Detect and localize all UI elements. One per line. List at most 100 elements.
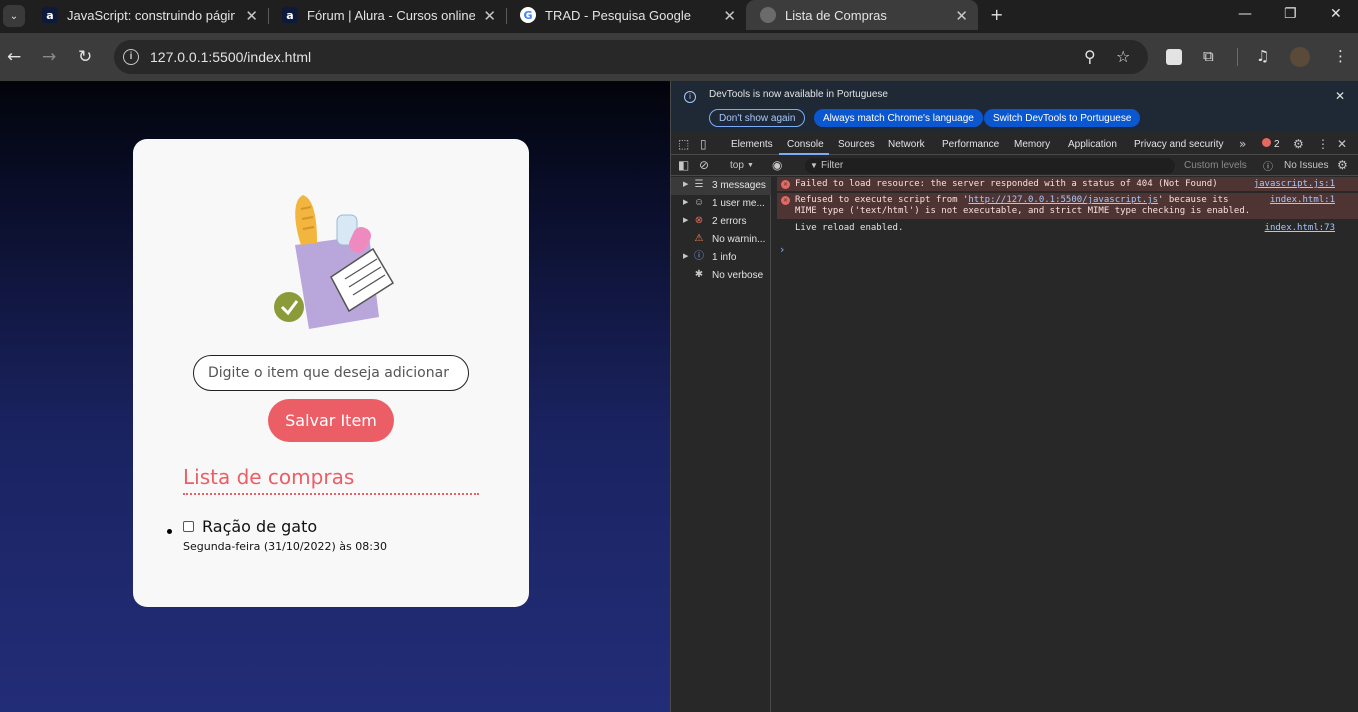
tab-title: Lista de Compras bbox=[785, 7, 887, 23]
console-settings-icon[interactable]: ⚙ bbox=[1337, 158, 1348, 172]
site-info-icon[interactable]: i bbox=[123, 49, 139, 65]
dont-show-again-button[interactable]: Don't show again bbox=[709, 109, 806, 127]
restore-icon[interactable]: ❐ bbox=[1284, 6, 1297, 22]
close-devtools-icon[interactable]: ✕ bbox=[1337, 137, 1347, 151]
tab-strip: ⌄ a JavaScript: construindo páginas ✕ a … bbox=[0, 0, 1358, 33]
item-input[interactable] bbox=[193, 355, 469, 391]
console-prompt-icon[interactable]: › bbox=[780, 243, 784, 256]
profile-avatar[interactable] bbox=[1290, 47, 1310, 67]
sidebar-item-verbose[interactable]: ✱ No verbose bbox=[671, 267, 771, 285]
context-selector[interactable]: top bbox=[730, 160, 744, 171]
reload-icon[interactable]: ↻ bbox=[78, 47, 92, 67]
sidebar-item-messages[interactable]: ▶ ☰ 3 messages bbox=[671, 177, 771, 195]
user-icon: ☺ bbox=[693, 197, 705, 208]
tab-elements[interactable]: Elements bbox=[731, 139, 773, 150]
forward-icon[interactable]: → bbox=[42, 47, 56, 67]
browser-toolbar: ← → ↻ i 127.0.0.1:5500/index.html ⚲ ☆ ⧉ … bbox=[0, 33, 1358, 81]
close-window-icon[interactable]: ✕ bbox=[1330, 6, 1342, 22]
tab-console[interactable]: Console bbox=[787, 139, 824, 150]
shopping-list-card: Salvar Item Lista de compras Ração de ga… bbox=[133, 139, 529, 607]
log-source-link[interactable]: index.html:73 bbox=[1265, 223, 1335, 234]
sidebar-item-user-messages[interactable]: ▶ ☺ 1 user me... bbox=[671, 195, 771, 213]
tab-application[interactable]: Application bbox=[1068, 139, 1117, 150]
sidebar-item-warnings[interactable]: ⚠ No warnin... bbox=[671, 231, 771, 249]
more-tabs-icon[interactable]: » bbox=[1239, 137, 1246, 151]
browser-tab-active[interactable]: Lista de Compras ✕ bbox=[746, 0, 978, 30]
log-text: Failed to load resource: the server resp… bbox=[795, 179, 1218, 189]
close-tab-icon[interactable]: ✕ bbox=[483, 7, 496, 25]
page-viewport: Salvar Item Lista de compras Ração de ga… bbox=[0, 81, 670, 712]
url-text[interactable]: 127.0.0.1:5500/index.html bbox=[150, 49, 311, 65]
tab-title: JavaScript: construindo páginas bbox=[67, 7, 235, 23]
minimize-icon[interactable]: — bbox=[1238, 6, 1252, 22]
list-title: Lista de compras bbox=[183, 465, 479, 495]
address-bar[interactable]: i 127.0.0.1:5500/index.html ⚲ ☆ bbox=[114, 40, 1148, 74]
extensions-puzzle-icon[interactable]: ⧉ bbox=[1203, 47, 1214, 65]
tab-title: TRAD - Pesquisa Google bbox=[545, 7, 691, 23]
devtools-panel: i DevTools is now available in Portugues… bbox=[670, 81, 1358, 712]
language-notice: i DevTools is now available in Portugues… bbox=[671, 81, 1358, 131]
device-toolbar-icon[interactable]: ▯ bbox=[700, 137, 707, 151]
error-badge-icon[interactable] bbox=[1262, 138, 1271, 147]
tab-performance[interactable]: Performance bbox=[942, 139, 999, 150]
tab-memory[interactable]: Memory bbox=[1014, 139, 1050, 150]
error-icon: ✕ bbox=[781, 196, 790, 205]
save-item-button[interactable]: Salvar Item bbox=[268, 399, 394, 442]
sidebar-item-errors[interactable]: ▶ ⊗ 2 errors bbox=[671, 213, 771, 231]
switch-language-button[interactable]: Switch DevTools to Portuguese bbox=[984, 109, 1141, 127]
log-source-link[interactable]: javascript.js:1 bbox=[1254, 179, 1335, 190]
browser-tab[interactable]: a JavaScript: construindo páginas ✕ bbox=[28, 0, 268, 30]
google-favicon-icon: G bbox=[520, 7, 536, 23]
close-tab-icon[interactable]: ✕ bbox=[245, 7, 258, 25]
browser-tab[interactable]: G TRAD - Pesquisa Google ✕ bbox=[506, 0, 746, 30]
settings-gear-icon[interactable]: ⚙ bbox=[1293, 137, 1304, 151]
chevron-down-icon: ▼ bbox=[747, 162, 754, 169]
sidebar-item-label: No verbose bbox=[712, 270, 764, 281]
error-count[interactable]: 2 bbox=[1274, 139, 1280, 150]
sidebar-item-label: No warnin... bbox=[712, 234, 766, 245]
expand-triangle-icon: ▶ bbox=[683, 253, 689, 260]
console-error-row: ✕ Failed to load resource: the server re… bbox=[777, 177, 1358, 191]
menu-kebab-icon[interactable]: ⋮ bbox=[1333, 47, 1348, 65]
zoom-icon[interactable]: ⚲ bbox=[1084, 47, 1096, 66]
inspect-element-icon[interactable]: ⬚ bbox=[678, 137, 689, 151]
close-tab-icon[interactable]: ✕ bbox=[955, 7, 968, 25]
tab-network[interactable]: Network bbox=[888, 139, 925, 150]
sidebar-item-info[interactable]: ▶ ⓘ 1 info bbox=[671, 249, 771, 267]
log-url-link[interactable]: http://127.0.0.1:5500/javascript.js bbox=[968, 195, 1158, 205]
browser-tab[interactable]: a Fórum | Alura - Cursos online de ✕ bbox=[268, 0, 506, 30]
console-log-row: Live reload enabled. index.html:73 bbox=[777, 221, 1358, 235]
back-icon[interactable]: ← bbox=[7, 47, 21, 67]
sidebar-toggle-icon[interactable]: ◧ bbox=[678, 158, 689, 172]
filter-placeholder: Filter bbox=[821, 160, 844, 171]
console-toolbar: ◧ ⊘ top ▼ ◉ ▼ Filter Custom levels ⓘ No … bbox=[671, 156, 1358, 176]
item-date: Segunda-feira (31/10/2022) às 08:30 bbox=[183, 540, 387, 553]
item-checkbox[interactable] bbox=[183, 521, 194, 532]
bookmark-star-icon[interactable]: ☆ bbox=[1116, 47, 1130, 66]
eye-icon[interactable]: ◉ bbox=[772, 158, 782, 172]
tab-sources[interactable]: Sources bbox=[838, 139, 875, 150]
close-tab-icon[interactable]: ✕ bbox=[723, 7, 736, 25]
media-control-icon[interactable]: ♫ bbox=[1256, 47, 1269, 65]
devtools-menu-icon[interactable]: ⋮ bbox=[1317, 137, 1329, 151]
match-language-button[interactable]: Always match Chrome's language bbox=[814, 109, 983, 127]
console-error-row: ✕ Refused to execute script from 'http:/… bbox=[777, 193, 1358, 219]
log-text: Refused to execute script from 'http://1… bbox=[795, 195, 1251, 216]
error-icon: ✕ bbox=[781, 180, 790, 189]
sidebar-item-label: 2 errors bbox=[712, 216, 747, 227]
expand-triangle-icon: ▶ bbox=[683, 199, 689, 206]
clear-console-icon[interactable]: ⊘ bbox=[699, 158, 709, 172]
new-tab-button[interactable]: + bbox=[990, 5, 1003, 24]
console-filter-input[interactable]: ▼ Filter bbox=[805, 158, 1175, 174]
expand-triangle-icon: ▶ bbox=[683, 217, 689, 224]
issues-count[interactable]: No Issues bbox=[1284, 160, 1328, 171]
globe-icon bbox=[760, 7, 776, 23]
extension-icon[interactable] bbox=[1166, 49, 1182, 65]
item-name: Ração de gato bbox=[202, 517, 318, 536]
log-source-link[interactable]: index.html:1 bbox=[1270, 195, 1335, 206]
close-notice-icon[interactable]: ✕ bbox=[1335, 89, 1345, 103]
tab-search-button[interactable]: ⌄ bbox=[3, 5, 25, 27]
tab-privacy-security[interactable]: Privacy and security bbox=[1134, 139, 1223, 150]
active-tab-underline bbox=[779, 153, 829, 155]
log-levels-dropdown[interactable]: Custom levels bbox=[1184, 160, 1247, 171]
